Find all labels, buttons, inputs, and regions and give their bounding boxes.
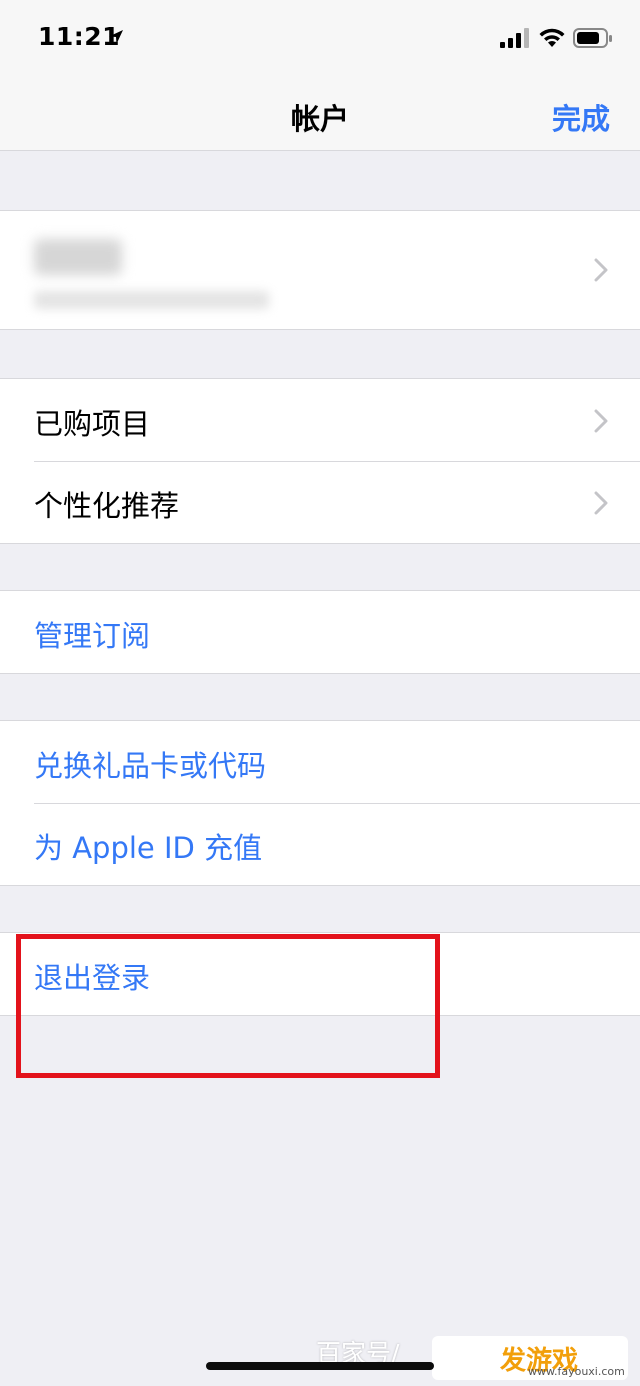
redeem-gift-card-label: 兑换礼品卡或代码 — [34, 749, 267, 783]
watermark-logo: 发游戏 www.fayouxi.com — [432, 1336, 628, 1380]
account-profile-row[interactable] — [0, 211, 640, 329]
add-funds-label: 为 Apple ID 充值 — [34, 831, 263, 865]
manage-subscriptions-row[interactable]: 管理订阅 — [0, 591, 640, 673]
account-group — [0, 210, 640, 330]
store-group: 已购项目 个性化推荐 — [0, 378, 640, 544]
cellular-signal-icon — [500, 28, 529, 48]
navigation-bar: 帐户 完成 — [0, 80, 640, 151]
location-arrow-icon — [109, 30, 123, 44]
battery-icon — [573, 28, 612, 48]
personalized-recommendations-label: 个性化推荐 — [34, 489, 180, 523]
blurred-account-email — [34, 291, 269, 309]
home-indicator[interactable] — [206, 1362, 434, 1370]
manage-subscriptions-label: 管理订阅 — [34, 619, 151, 653]
status-bar: 11:21 — [0, 0, 640, 80]
done-button[interactable]: 完成 — [552, 96, 610, 138]
chevron-right-icon — [594, 491, 608, 515]
watermark-logo-url: www.fayouxi.com — [528, 1365, 625, 1378]
blurred-account-name — [34, 239, 122, 275]
highlight-box — [16, 934, 440, 1078]
funds-group: 兑换礼品卡或代码 为 Apple ID 充值 — [0, 720, 640, 886]
redeem-gift-card-row[interactable]: 兑换礼品卡或代码 — [0, 721, 640, 803]
wifi-icon — [539, 28, 565, 47]
purchased-row[interactable]: 已购项目 — [0, 379, 640, 461]
page-title: 帐户 — [290, 102, 349, 136]
chevron-right-icon — [594, 409, 608, 433]
subscriptions-group: 管理订阅 — [0, 590, 640, 674]
personalized-recommendations-row[interactable]: 个性化推荐 — [0, 461, 640, 543]
purchased-label: 已购项目 — [34, 407, 151, 441]
chevron-right-icon — [594, 258, 608, 282]
add-funds-row[interactable]: 为 Apple ID 充值 — [0, 803, 640, 885]
